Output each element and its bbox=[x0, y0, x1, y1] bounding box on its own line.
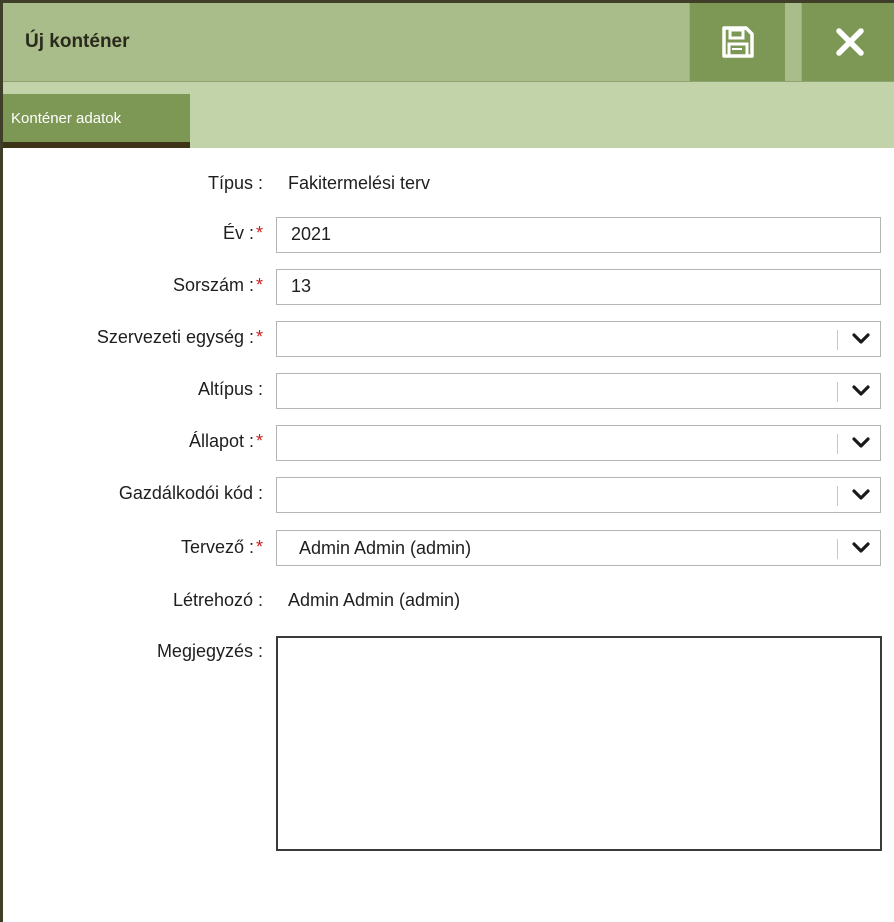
business-code-select[interactable] bbox=[276, 477, 881, 513]
tab-container-data[interactable]: Konténer adatok bbox=[3, 94, 190, 148]
tab-label: Konténer adatok bbox=[11, 109, 122, 127]
required-marker: * bbox=[255, 327, 263, 347]
save-icon bbox=[721, 26, 754, 58]
year-label: Év : * bbox=[222, 223, 263, 243]
serial-number-label: Sorszám : * bbox=[172, 275, 263, 295]
required-marker: * bbox=[255, 223, 263, 243]
tab-bar: Konténer adatok bbox=[3, 82, 894, 148]
save-button[interactable] bbox=[689, 3, 785, 81]
creator-value: Admin Admin (admin) bbox=[288, 590, 461, 610]
dialog-title: Új konténer bbox=[25, 31, 130, 52]
notes-label: Megjegyzés : bbox=[156, 641, 263, 661]
chevron-down-icon bbox=[852, 489, 870, 500]
subtype-select[interactable] bbox=[276, 373, 881, 409]
dialog-titlebar: Új konténer bbox=[3, 3, 894, 82]
type-label: Típus : bbox=[207, 173, 263, 193]
serial-number-input[interactable]: 13 bbox=[276, 269, 881, 305]
notes-textarea[interactable] bbox=[276, 636, 882, 851]
year-input[interactable]: 2021 bbox=[276, 217, 881, 253]
planner-select[interactable]: Admin Admin (admin) bbox=[276, 530, 881, 566]
planner-label: Tervező : * bbox=[180, 537, 263, 557]
required-marker: * bbox=[255, 537, 263, 557]
chevron-down-icon bbox=[852, 437, 870, 448]
chevron-down-icon bbox=[852, 385, 870, 396]
close-icon bbox=[835, 28, 864, 56]
status-select[interactable] bbox=[276, 425, 881, 461]
type-value: Fakitermelési terv bbox=[288, 173, 431, 193]
creator-label: Létrehozó : bbox=[172, 590, 263, 610]
organizational-unit-label: Szervezeti egység : * bbox=[96, 327, 263, 347]
close-button[interactable] bbox=[801, 3, 894, 81]
required-marker: * bbox=[255, 431, 263, 451]
business-code-label: Gazdálkodói kód : bbox=[118, 483, 263, 503]
chevron-down-icon bbox=[852, 333, 870, 344]
status-label: Állapot : * bbox=[188, 431, 263, 451]
subtype-label: Altípus : bbox=[197, 379, 263, 399]
chevron-down-icon bbox=[852, 542, 870, 553]
organizational-unit-select[interactable] bbox=[276, 321, 881, 357]
required-marker: * bbox=[255, 275, 263, 295]
new-container-dialog: Új konténer Konténer adatok Típus : Faki… bbox=[0, 0, 894, 922]
